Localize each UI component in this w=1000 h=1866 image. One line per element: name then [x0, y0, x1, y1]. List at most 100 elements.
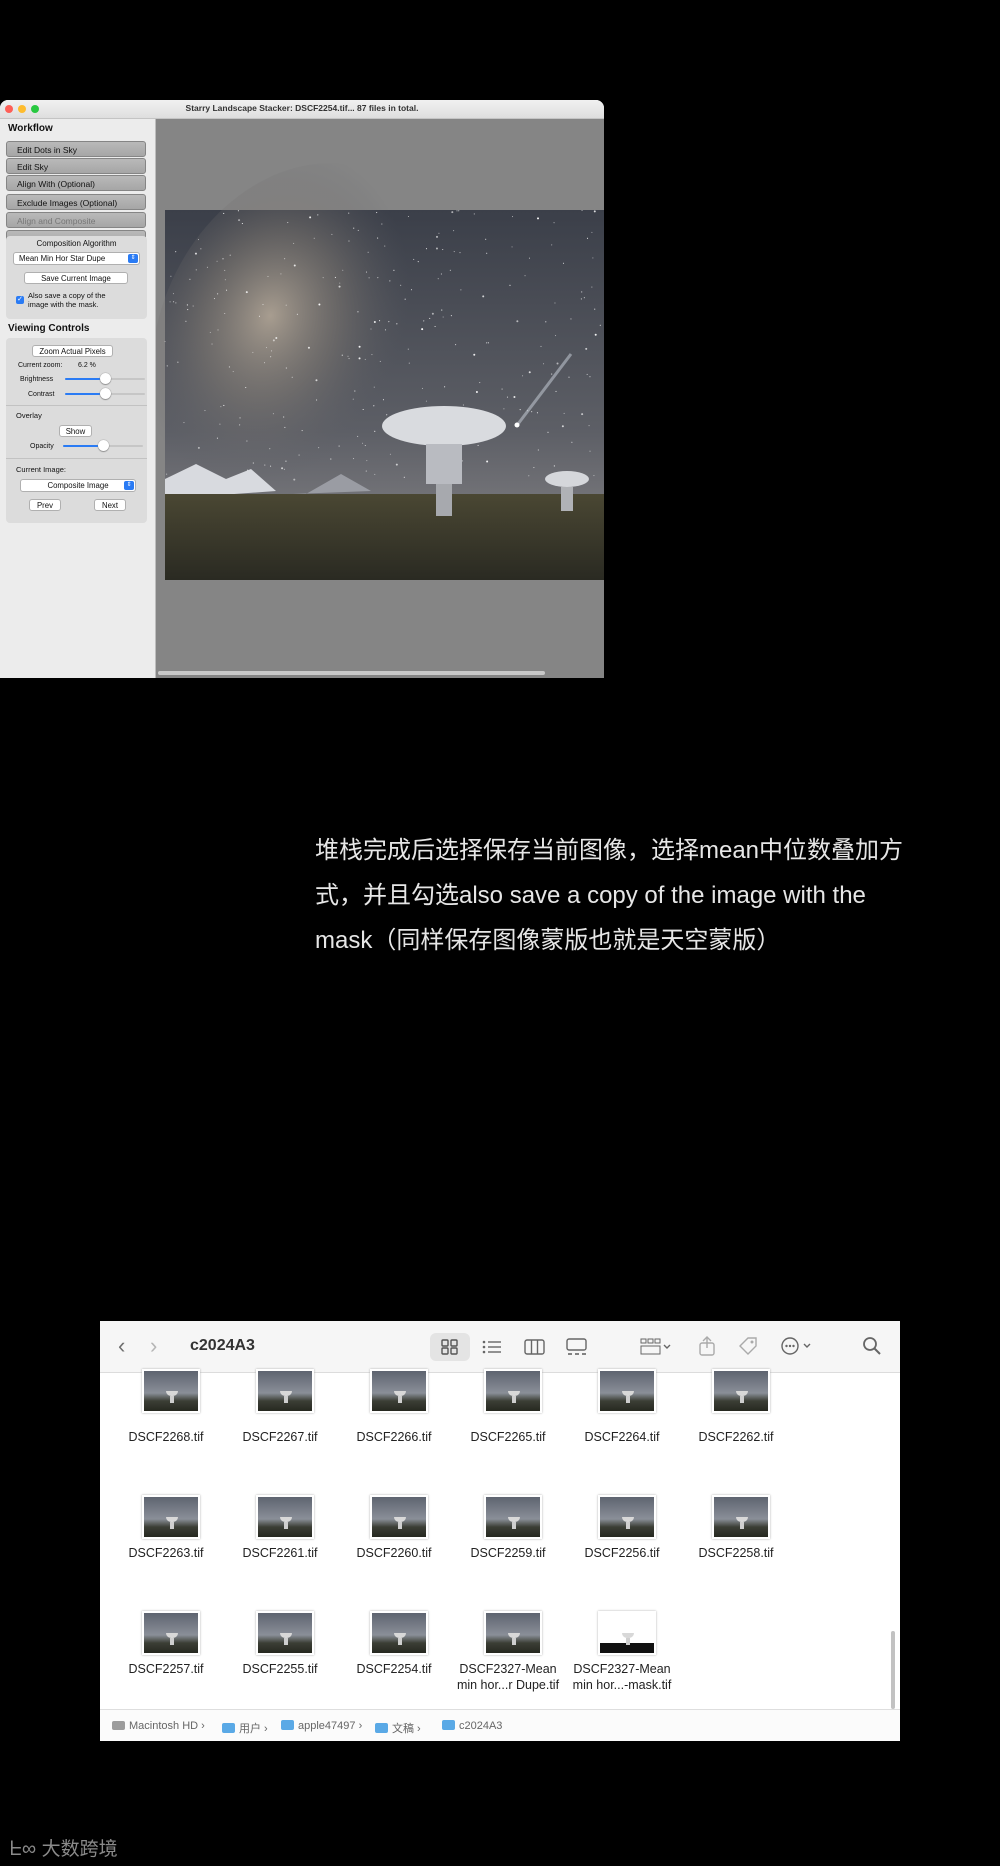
file-name-line: DSCF2257.tif	[128, 1662, 204, 1676]
column-view-icon[interactable]	[524, 1339, 546, 1355]
also-save-mask-checkbox[interactable]: ✓	[16, 296, 24, 304]
star	[239, 417, 241, 419]
zoom-actual-pixels-button[interactable]: Zoom Actual Pixels	[32, 345, 113, 357]
star	[173, 301, 175, 303]
star	[195, 269, 197, 271]
star	[334, 276, 336, 278]
star	[382, 399, 385, 401]
star	[316, 399, 318, 401]
star	[269, 448, 271, 450]
star	[585, 347, 588, 350]
star	[189, 278, 191, 280]
contrast-slider[interactable]	[65, 388, 145, 400]
star	[348, 240, 350, 242]
star	[285, 460, 287, 462]
path-segment[interactable]: 文稿 ›	[375, 1720, 421, 1736]
list-icon[interactable]	[482, 1339, 502, 1355]
star	[522, 375, 524, 377]
opacity-slider[interactable]	[63, 440, 143, 452]
stacker-window: Starry Landscape Stacker: DSCF2254.tif..…	[0, 100, 604, 678]
star	[206, 266, 208, 268]
back-icon[interactable]: ‹	[118, 1333, 125, 1359]
file-thumbnail	[484, 1611, 542, 1655]
path-segment[interactable]: apple47497 ›	[281, 1720, 362, 1732]
chevron-up-down-icon: ⇕	[124, 481, 134, 490]
star	[547, 431, 549, 433]
path-segment[interactable]: 用户 ›	[222, 1720, 268, 1736]
star	[475, 390, 478, 393]
star	[175, 302, 177, 304]
star	[338, 285, 341, 288]
star	[228, 366, 230, 368]
path-segment[interactable]: c2024A3	[442, 1720, 502, 1732]
star	[553, 222, 555, 224]
icon-view-button[interactable]	[430, 1333, 470, 1361]
share-icon[interactable]	[698, 1336, 716, 1356]
composite-image-canvas	[156, 163, 604, 580]
horizontal-scrollbar[interactable]	[158, 671, 545, 675]
prev-button[interactable]: Prev	[29, 499, 61, 511]
forward-icon[interactable]: ›	[150, 1333, 157, 1359]
path-segment[interactable]: Macintosh HD ›	[112, 1720, 205, 1732]
star	[354, 390, 356, 392]
star	[209, 331, 211, 333]
file-name-line: min hor...r Dupe.tif	[456, 1678, 560, 1692]
star	[172, 293, 175, 295]
file-name: DSCF2258.tif	[698, 1546, 774, 1560]
hard-drive-icon	[112, 1721, 125, 1730]
star	[586, 373, 588, 376]
star	[563, 412, 565, 414]
image-viewer[interactable]	[156, 119, 604, 678]
star	[377, 237, 379, 239]
align-with-button[interactable]: Align With (Optional)	[6, 175, 146, 191]
star	[347, 355, 349, 357]
chevron-right-icon: ›	[414, 1723, 421, 1735]
tag-icon[interactable]	[737, 1335, 759, 1357]
star	[554, 302, 556, 304]
workflow-heading: Workflow	[8, 123, 53, 134]
star	[506, 396, 509, 398]
star	[460, 289, 462, 291]
brightness-slider[interactable]	[65, 373, 145, 385]
star	[216, 437, 218, 439]
star	[170, 275, 172, 277]
vertical-scrollbar[interactable]	[891, 1631, 895, 1709]
exclude-images-button[interactable]: Exclude Images (Optional)	[6, 194, 146, 210]
star	[330, 458, 332, 460]
star	[407, 215, 409, 218]
brightness-slider-knob[interactable]	[100, 373, 111, 384]
watermark-text: 大数跨境	[41, 1839, 118, 1860]
algorithm-select[interactable]: Mean Min Hor Star Dupe ⇕	[13, 252, 140, 265]
star	[389, 280, 391, 282]
search-icon[interactable]	[862, 1336, 882, 1356]
star	[599, 324, 601, 326]
next-button[interactable]: Next	[94, 499, 126, 511]
star	[365, 271, 368, 273]
overlay-show-button[interactable]: Show	[59, 425, 92, 437]
star	[272, 339, 275, 342]
star	[425, 248, 428, 250]
star	[459, 252, 461, 254]
current-image-select[interactable]: Composite Image ⇕	[20, 479, 136, 492]
star	[265, 346, 268, 349]
save-current-image-button[interactable]: Save Current Image	[24, 272, 128, 284]
contrast-slider-knob[interactable]	[100, 388, 111, 399]
star	[421, 328, 424, 331]
star	[580, 298, 582, 300]
star	[220, 406, 222, 408]
star	[381, 223, 383, 225]
more-actions-icon[interactable]	[780, 1336, 816, 1356]
star	[185, 320, 187, 322]
align-and-composite-button[interactable]: Align and Composite	[6, 212, 146, 228]
star	[437, 278, 439, 280]
star	[410, 289, 413, 291]
edit-dots-in-sky-button[interactable]: Edit Dots in Sky	[6, 141, 146, 157]
opacity-slider-knob[interactable]	[98, 440, 109, 451]
star	[456, 210, 458, 212]
gallery-view-icon[interactable]	[566, 1338, 588, 1356]
star	[284, 426, 286, 428]
group-by-icon[interactable]	[640, 1338, 672, 1356]
star	[531, 411, 533, 413]
edit-sky-button[interactable]: Edit Sky	[6, 158, 146, 174]
star	[373, 320, 376, 323]
